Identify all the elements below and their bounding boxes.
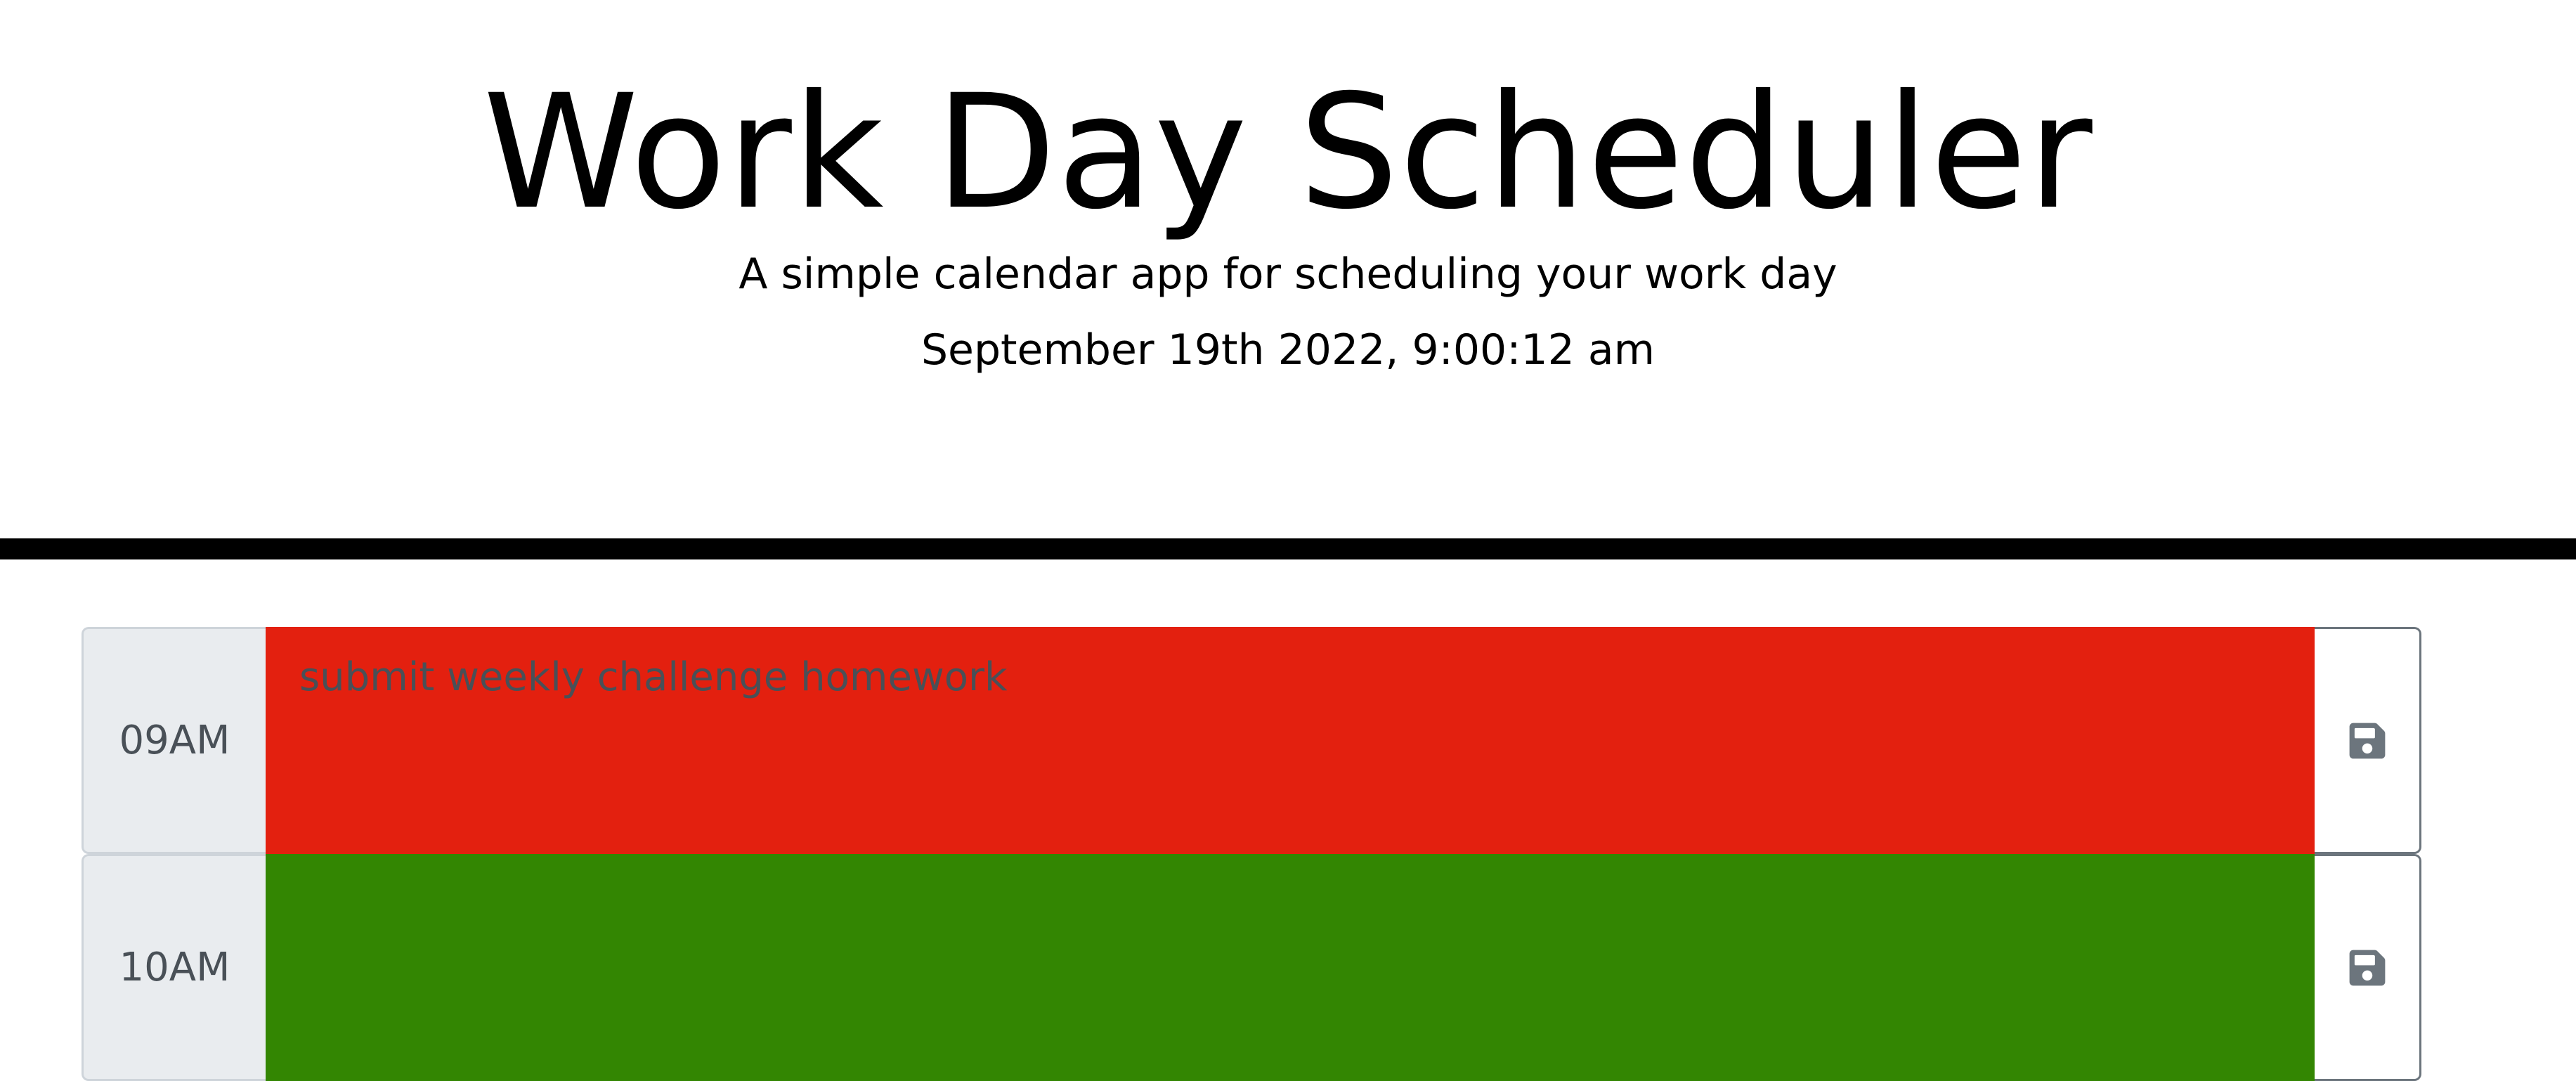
schedule-container: 09AM submit weekly challenge homework 10… — [82, 627, 2421, 1081]
time-block-10am: 10AM — [82, 854, 2421, 1081]
time-block-9am: 09AM submit weekly challenge homework — [82, 627, 2421, 854]
app-description: A simple calendar app for scheduling you… — [739, 250, 1837, 299]
event-description-input[interactable] — [266, 854, 2315, 1081]
save-button[interactable] — [2315, 627, 2421, 854]
header-divider — [0, 538, 2576, 559]
current-day-time: September 19th 2022, 9:00:12 am — [921, 325, 1655, 375]
app-header: Work Day Scheduler A simple calendar app… — [0, 0, 2576, 538]
hour-label: 09AM — [82, 627, 266, 854]
floppy-disk-icon — [2347, 720, 2388, 761]
save-button[interactable] — [2315, 854, 2421, 1081]
hour-label: 10AM — [82, 854, 266, 1081]
event-description-input[interactable]: submit weekly challenge homework — [266, 627, 2315, 854]
page-title: Work Day Scheduler — [483, 60, 2093, 244]
floppy-disk-icon — [2347, 947, 2388, 988]
